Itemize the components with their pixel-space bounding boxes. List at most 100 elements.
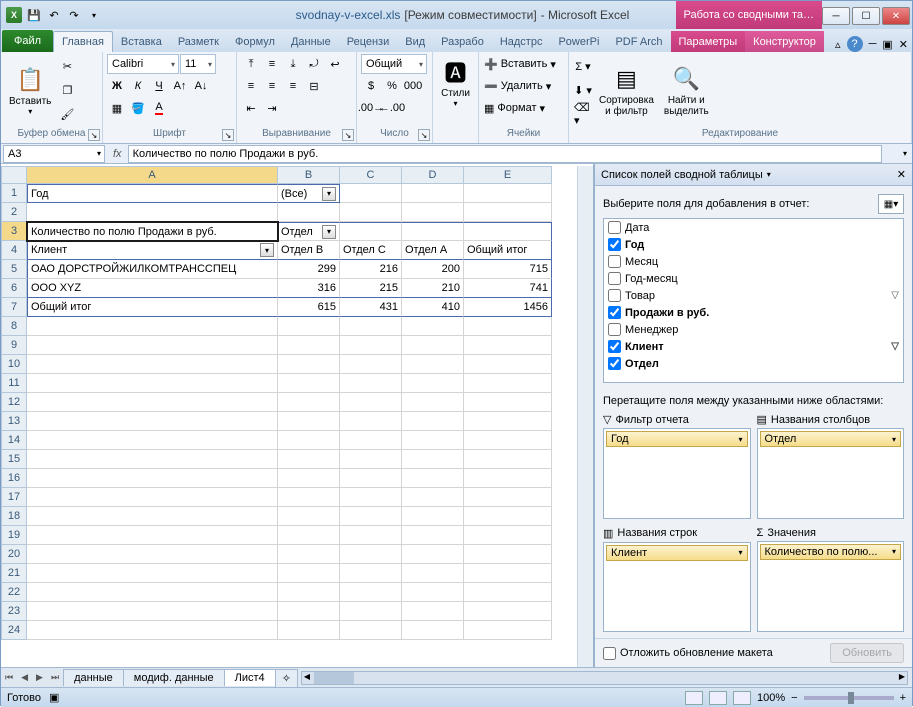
row-header-3[interactable]: 3 xyxy=(1,222,27,241)
field-checkbox[interactable] xyxy=(608,306,621,319)
cell-C6[interactable]: 215 xyxy=(340,279,402,298)
field-checkbox[interactable] xyxy=(608,357,621,370)
cell-E17[interactable] xyxy=(464,488,552,507)
cell-C24[interactable] xyxy=(340,621,402,640)
cell-D14[interactable] xyxy=(402,431,464,450)
cell-A19[interactable] xyxy=(27,526,278,545)
cell-A20[interactable] xyxy=(27,545,278,564)
row-header-13[interactable]: 13 xyxy=(1,412,27,431)
name-box[interactable]: A3 xyxy=(3,145,105,163)
wrap-text-icon[interactable]: ↩ xyxy=(325,54,345,74)
cell-B4[interactable]: Отдел B xyxy=(278,241,340,260)
copy-icon[interactable]: ❐ xyxy=(57,80,77,100)
filter-dropdown-icon[interactable]: ▾ xyxy=(322,187,336,201)
cell-A10[interactable] xyxy=(27,355,278,374)
col-header-C[interactable]: C xyxy=(340,166,402,184)
cell-E20[interactable] xyxy=(464,545,552,564)
fill-color-icon[interactable]: 🪣 xyxy=(128,98,148,118)
formula-input[interactable]: Количество по полю Продажи в руб. xyxy=(128,145,882,163)
row-header-5[interactable]: 5 xyxy=(1,260,27,279)
file-tab[interactable]: Файл xyxy=(2,30,53,52)
cell-D12[interactable] xyxy=(402,393,464,412)
bold-icon[interactable]: Ж xyxy=(107,76,127,96)
find-select-button[interactable]: 🔍 Найти и выделить xyxy=(660,54,713,126)
row-header-11[interactable]: 11 xyxy=(1,374,27,393)
col-header-D[interactable]: D xyxy=(402,166,464,184)
cell-A16[interactable] xyxy=(27,469,278,488)
cell-B19[interactable] xyxy=(278,526,340,545)
area-columns-box[interactable]: Отдел xyxy=(757,428,905,519)
doc-minimize-icon[interactable]: ─ xyxy=(869,38,877,50)
delete-cells-button[interactable]: ➖Удалить ▾ xyxy=(483,76,564,96)
cell-A6[interactable]: ООО XYZ xyxy=(27,279,278,298)
zoom-percent[interactable]: 100% xyxy=(757,692,785,704)
field-checkbox[interactable] xyxy=(608,340,621,353)
row-header-24[interactable]: 24 xyxy=(1,621,27,640)
cell-A11[interactable] xyxy=(27,374,278,393)
cell-A22[interactable] xyxy=(27,583,278,602)
cell-C23[interactable] xyxy=(340,602,402,621)
cell-D20[interactable] xyxy=(402,545,464,564)
area-values-item[interactable]: Количество по полю... xyxy=(760,544,902,560)
cell-D4[interactable]: Отдел A xyxy=(402,241,464,260)
zoom-out-icon[interactable]: − xyxy=(791,692,797,704)
fx-icon[interactable]: fx xyxy=(107,148,128,160)
sheet-tab-1[interactable]: данные xyxy=(63,669,124,686)
area-rows-item[interactable]: Клиент xyxy=(606,545,748,561)
clear-icon[interactable]: ⌫ ▾ xyxy=(573,104,593,124)
filter-dropdown-icon[interactable]: ▾ xyxy=(322,225,336,239)
cell-E19[interactable] xyxy=(464,526,552,545)
cell-D15[interactable] xyxy=(402,450,464,469)
row-header-22[interactable]: 22 xyxy=(1,583,27,602)
new-sheet-icon[interactable]: ✧ xyxy=(275,669,298,687)
cell-A14[interactable] xyxy=(27,431,278,450)
vertical-scrollbar[interactable] xyxy=(577,166,593,667)
field-filter-icon[interactable]: ▽ xyxy=(891,341,899,352)
zoom-in-icon[interactable]: + xyxy=(900,692,906,704)
cell-E11[interactable] xyxy=(464,374,552,393)
align-launcher[interactable]: ↘ xyxy=(342,129,354,141)
doc-close-icon[interactable]: ✕ xyxy=(899,38,908,51)
cell-C12[interactable] xyxy=(340,393,402,412)
field-checkbox[interactable] xyxy=(608,255,621,268)
cell-A7[interactable]: Общий итог xyxy=(27,298,278,317)
comma-icon[interactable]: 000 xyxy=(403,76,423,96)
font-size-combo[interactable]: 11 xyxy=(180,54,216,74)
format-cells-button[interactable]: ▦Формат ▾ xyxy=(483,98,564,118)
filter-dropdown-icon[interactable]: ▾ xyxy=(260,243,274,257)
cell-E4[interactable]: Общий итог xyxy=(464,241,552,260)
cell-E23[interactable] xyxy=(464,602,552,621)
tab-review[interactable]: Рецензи xyxy=(339,31,398,52)
fieldpane-layout-icon[interactable]: ▦▾ xyxy=(878,194,904,214)
sheet-nav-last[interactable]: ⏭ xyxy=(47,672,63,683)
cell-B16[interactable] xyxy=(278,469,340,488)
cell-A17[interactable] xyxy=(27,488,278,507)
view-page-break-icon[interactable] xyxy=(733,691,751,705)
cell-B13[interactable] xyxy=(278,412,340,431)
field-filter-icon[interactable]: ▽ xyxy=(891,290,899,301)
cell-B7[interactable]: 615 xyxy=(278,298,340,317)
cell-B22[interactable] xyxy=(278,583,340,602)
area-filter-box[interactable]: Год xyxy=(603,428,751,519)
cell-E7[interactable]: 1456 xyxy=(464,298,552,317)
tab-view[interactable]: Вид xyxy=(397,31,433,52)
underline-icon[interactable]: Ч xyxy=(149,76,169,96)
cell-C19[interactable] xyxy=(340,526,402,545)
tab-data[interactable]: Данные xyxy=(283,31,339,52)
row-header-6[interactable]: 6 xyxy=(1,279,27,298)
align-middle-icon[interactable]: ≡ xyxy=(262,54,282,74)
cell-E18[interactable] xyxy=(464,507,552,526)
cell-C14[interactable] xyxy=(340,431,402,450)
cell-B3[interactable]: Отдел▾ xyxy=(278,222,340,241)
row-header-15[interactable]: 15 xyxy=(1,450,27,469)
cell-B15[interactable] xyxy=(278,450,340,469)
cell-E1[interactable] xyxy=(464,184,552,203)
row-header-16[interactable]: 16 xyxy=(1,469,27,488)
cell-E8[interactable] xyxy=(464,317,552,336)
macro-record-icon[interactable]: ▣ xyxy=(49,691,59,704)
orientation-icon[interactable]: ⤾ xyxy=(304,54,324,74)
cell-E16[interactable] xyxy=(464,469,552,488)
cell-D22[interactable] xyxy=(402,583,464,602)
cell-C5[interactable]: 216 xyxy=(340,260,402,279)
indent-inc-icon[interactable]: ⇥ xyxy=(262,98,282,118)
